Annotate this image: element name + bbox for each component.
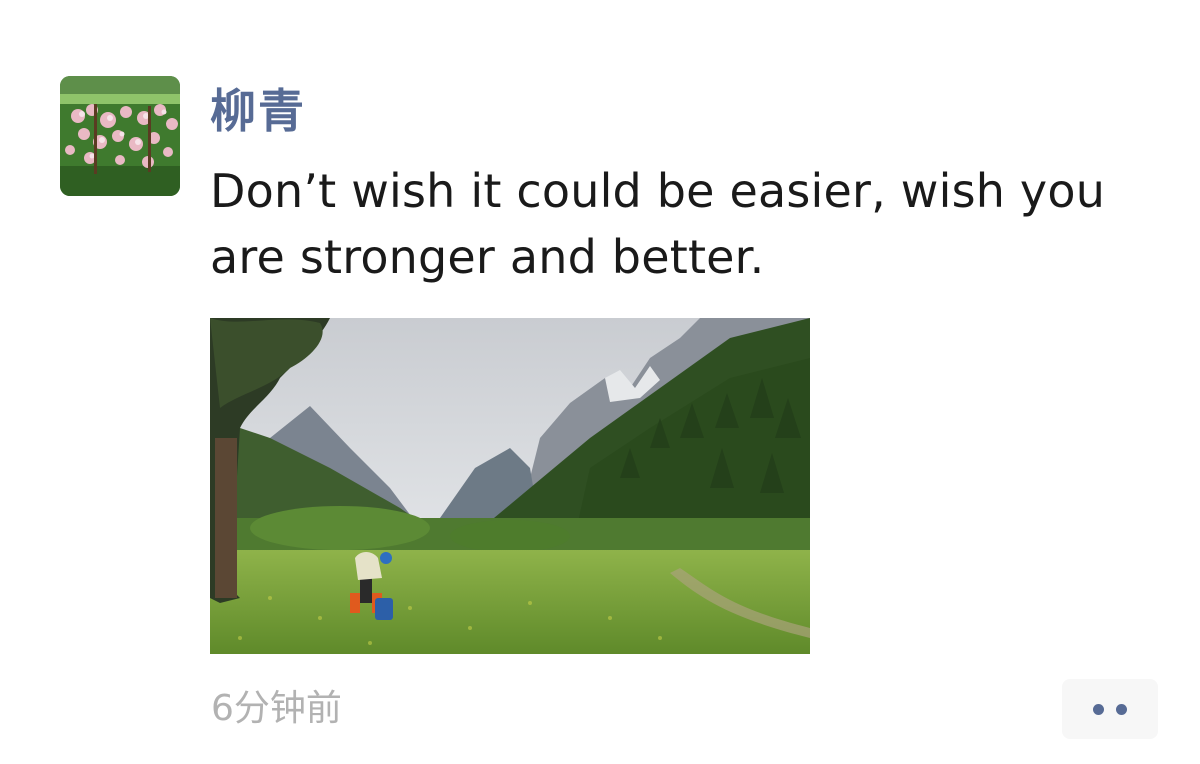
post-photo-image xyxy=(210,318,810,654)
avatar-image xyxy=(60,76,180,196)
more-dots-icon xyxy=(1093,703,1104,715)
avatar[interactable] xyxy=(60,76,180,196)
timestamp: 6分钟前 xyxy=(211,688,342,729)
post-text: Don’t wish it could be easier, wish you … xyxy=(210,164,1106,284)
username[interactable]: 柳青 xyxy=(210,80,306,142)
more-button[interactable] xyxy=(1062,679,1158,739)
post-photo[interactable] xyxy=(210,318,810,654)
moments-post: 柳青 Don’t wish it could be easier, wish y… xyxy=(0,0,1200,764)
more-dots-icon xyxy=(1116,703,1127,715)
